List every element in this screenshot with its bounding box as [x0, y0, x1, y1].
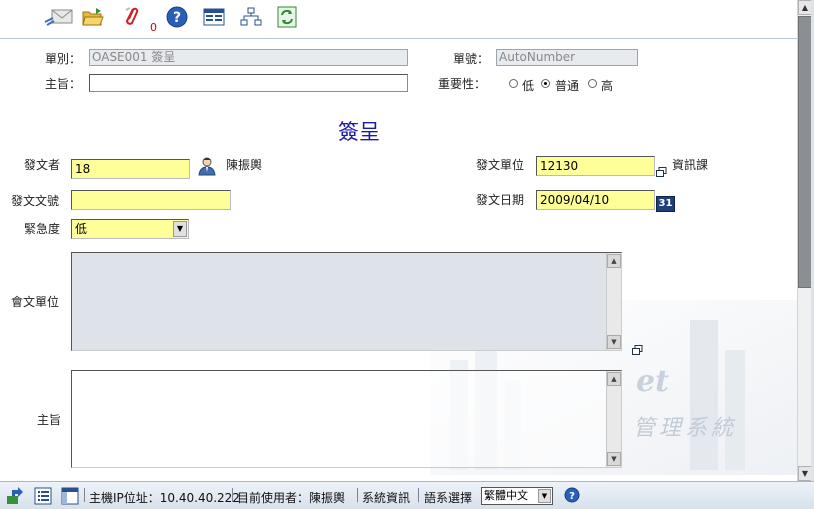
attachment-count: 0 [150, 21, 157, 34]
status-bar: 主機IP位址：10.40.40.222 目前使用者：陳振輿 系統資訊 語系選擇 … [0, 481, 814, 509]
urgency-label: 緊急度 [24, 222, 61, 236]
date-field[interactable]: 2009/04/10 [536, 190, 655, 210]
date-label: 發文日期 [476, 193, 525, 207]
scroll-down-icon[interactable]: ▼ [798, 466, 812, 481]
attachment-icon[interactable] [120, 6, 142, 28]
scroll-up-icon[interactable]: ▲ [607, 254, 621, 268]
sender-label: 發文者 [24, 158, 61, 172]
current-user: 目前使用者：陳振輿 [237, 491, 346, 505]
status-divider [232, 488, 233, 502]
sender-name: 陳振輿 [226, 158, 263, 172]
toolbar: 0 ? [0, 0, 797, 37]
cosign-scrollbar[interactable]: ▲ ▼ [606, 253, 621, 350]
importance-label: 重要性： [438, 77, 487, 91]
doc-type-label: 單別： [45, 52, 82, 66]
importance-radio-normal[interactable] [541, 79, 550, 88]
chevron-down-icon[interactable]: ▼ [538, 489, 551, 503]
doc-no-label: 單號： [453, 52, 490, 66]
sender-unit-field[interactable]: 12130 [536, 156, 655, 176]
subject-header-field[interactable] [89, 74, 408, 92]
importance-option-low: 低 [522, 79, 535, 93]
scrollbar-thumb[interactable] [798, 16, 812, 288]
layout-icon[interactable] [61, 487, 79, 505]
importance-option-high: 高 [601, 79, 614, 93]
status-divider [357, 488, 358, 502]
scroll-down-icon[interactable]: ▼ [607, 452, 621, 466]
importance-radio-low[interactable] [509, 79, 518, 88]
doc-number-label: 發文文號 [11, 194, 60, 208]
sender-unit-label: 發文單位 [476, 158, 525, 172]
toolbar-divider [0, 38, 797, 39]
importance-option-normal: 普通 [555, 79, 580, 93]
list-view-icon[interactable] [203, 6, 225, 28]
subject-header-label: 主旨： [45, 77, 82, 91]
language-select[interactable]: 繁體中文 ▼ [481, 487, 553, 505]
doc-number-field[interactable] [71, 190, 231, 210]
sender-id-field[interactable]: 18 [71, 159, 190, 179]
org-chart-icon[interactable] [240, 6, 262, 28]
watermark-text: 管理系統 [633, 416, 738, 441]
popup-select-icon[interactable] [656, 166, 667, 177]
urgency-value: 低 [75, 222, 88, 236]
language-value: 繁體中文 [484, 489, 528, 502]
help-icon[interactable]: ? [166, 6, 188, 28]
document-list-icon[interactable] [34, 487, 52, 505]
status-divider [418, 488, 419, 502]
watermark-latin: et [636, 364, 669, 399]
person-icon[interactable] [197, 156, 217, 176]
sender-unit-name: 資訊課 [672, 158, 709, 172]
help-icon[interactable]: ? [564, 487, 582, 505]
send-mail-icon[interactable] [44, 6, 74, 28]
scroll-up-icon[interactable]: ▲ [798, 0, 812, 15]
importance-radio-high[interactable] [588, 79, 597, 88]
cosign-popup-icon[interactable] [632, 344, 643, 355]
export-icon[interactable] [6, 487, 24, 505]
cosign-units-area[interactable]: ▲ ▼ [71, 252, 622, 351]
host-ip: 主機IP位址：10.40.40.222 [89, 491, 240, 505]
subject-textarea[interactable]: ▲ ▼ [71, 370, 622, 468]
system-info-link[interactable]: 系統資訊 [362, 489, 410, 506]
page-scrollbar[interactable]: ▲ ▼ [797, 0, 812, 481]
chevron-down-icon[interactable]: ▼ [173, 221, 187, 237]
form-title: 簽呈 [338, 120, 380, 144]
svg-text:?: ? [569, 491, 575, 502]
subject-scrollbar[interactable]: ▲ ▼ [606, 371, 621, 467]
cosign-label: 會文單位 [11, 295, 60, 309]
doc-type-field[interactable]: OASE001 簽呈 [89, 49, 408, 66]
scroll-up-icon[interactable]: ▲ [607, 372, 621, 386]
status-divider [84, 488, 85, 502]
refresh-icon[interactable] [276, 6, 298, 28]
subject-label: 主旨 [37, 413, 62, 427]
calendar-icon[interactable]: 31 [656, 196, 675, 212]
language-label: 語系選擇 [424, 491, 473, 505]
scroll-down-icon[interactable]: ▼ [607, 335, 621, 349]
svg-text:?: ? [173, 10, 181, 26]
doc-no-field[interactable]: AutoNumber [496, 49, 638, 66]
urgency-select[interactable]: 低 ▼ [71, 219, 189, 239]
open-folder-icon[interactable] [82, 6, 104, 28]
